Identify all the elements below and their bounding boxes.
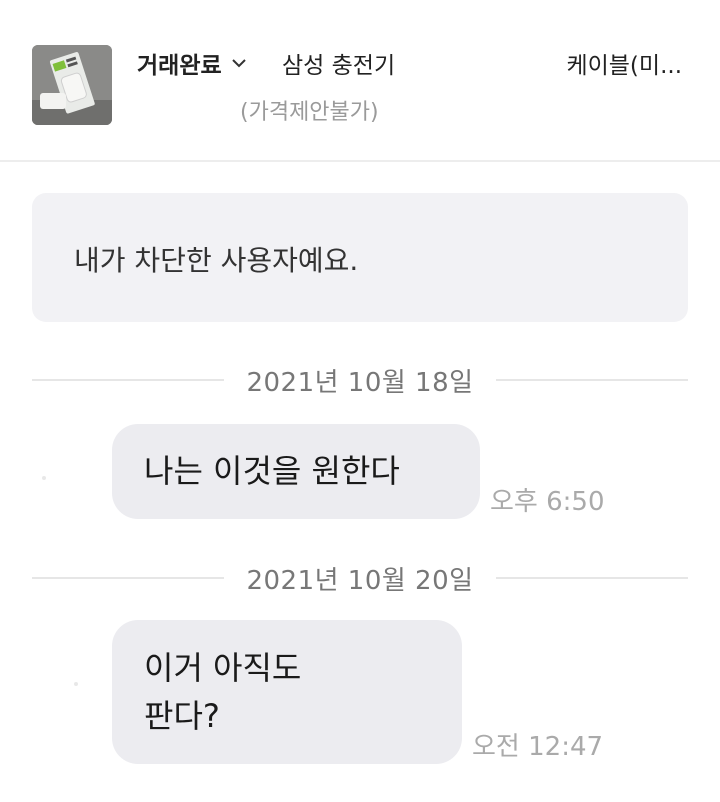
avatar <box>42 476 46 480</box>
divider-line <box>32 577 225 579</box>
blocked-notice-text: 내가 차단한 사용자예요. <box>74 244 359 277</box>
chat-product-header: 거래완료 삼성 충전기 케이블(미... (가격제안불가) <box>0 10 720 162</box>
avatar <box>74 682 78 686</box>
product-title: 삼성 충전기 케이블(미... <box>282 46 682 80</box>
message-bubble[interactable]: 이거 아직도 판다? <box>112 620 462 764</box>
product-title-right: 케이블(미... <box>566 53 682 79</box>
message-text-line: 이거 아직도 <box>144 649 302 687</box>
product-thumbnail[interactable] <box>32 45 112 125</box>
message-time: 오전 12:47 <box>472 732 604 762</box>
trade-status-label: 거래완료 <box>137 53 222 79</box>
date-label: 2021년 10월 18일 <box>246 367 474 398</box>
message-text: 나는 이것을 원한다 <box>144 452 400 490</box>
date-divider: 2021년 10월 18일 <box>32 362 689 398</box>
date-label: 2021년 10월 20일 <box>246 565 474 596</box>
charger-box-photo-icon <box>32 45 112 125</box>
divider-line <box>495 379 689 381</box>
trade-status-dropdown[interactable]: 거래완료 <box>137 46 248 80</box>
message-time: 오후 6:50 <box>490 487 605 517</box>
message-text-line: 판다? <box>144 697 220 735</box>
blocked-user-notice: 내가 차단한 사용자예요. <box>32 193 688 322</box>
date-divider: 2021년 10월 20일 <box>32 560 689 596</box>
divider-line <box>495 577 689 579</box>
product-title-left: 삼성 충전기 <box>282 53 396 79</box>
divider-line <box>32 379 225 381</box>
price-note: (가격제안불가) <box>240 100 379 125</box>
chevron-down-icon <box>231 59 246 68</box>
message-bubble[interactable]: 나는 이것을 원한다 <box>112 424 480 519</box>
